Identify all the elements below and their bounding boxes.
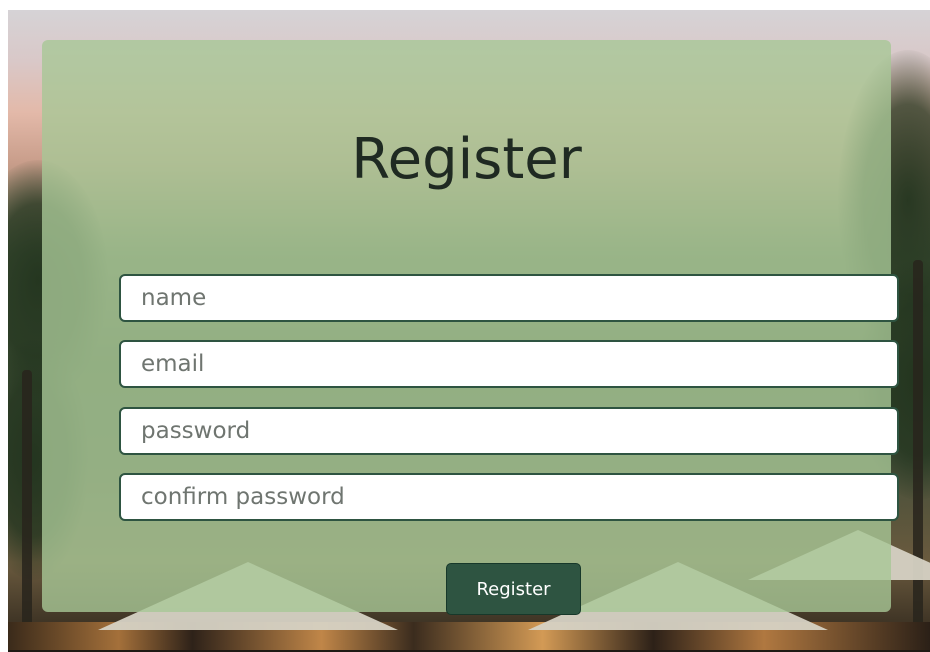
password-input[interactable] — [119, 407, 899, 455]
page: Register Register — [0, 0, 930, 652]
register-button[interactable]: Register — [446, 563, 581, 615]
register-form: Register Register — [42, 40, 899, 615]
confirm-password-input[interactable] — [119, 473, 899, 521]
palm-trunk-right — [913, 260, 923, 640]
email-input[interactable] — [119, 340, 899, 388]
name-input[interactable] — [119, 274, 899, 322]
page-title: Register — [351, 127, 582, 192]
palm-trunk-left — [22, 370, 32, 640]
